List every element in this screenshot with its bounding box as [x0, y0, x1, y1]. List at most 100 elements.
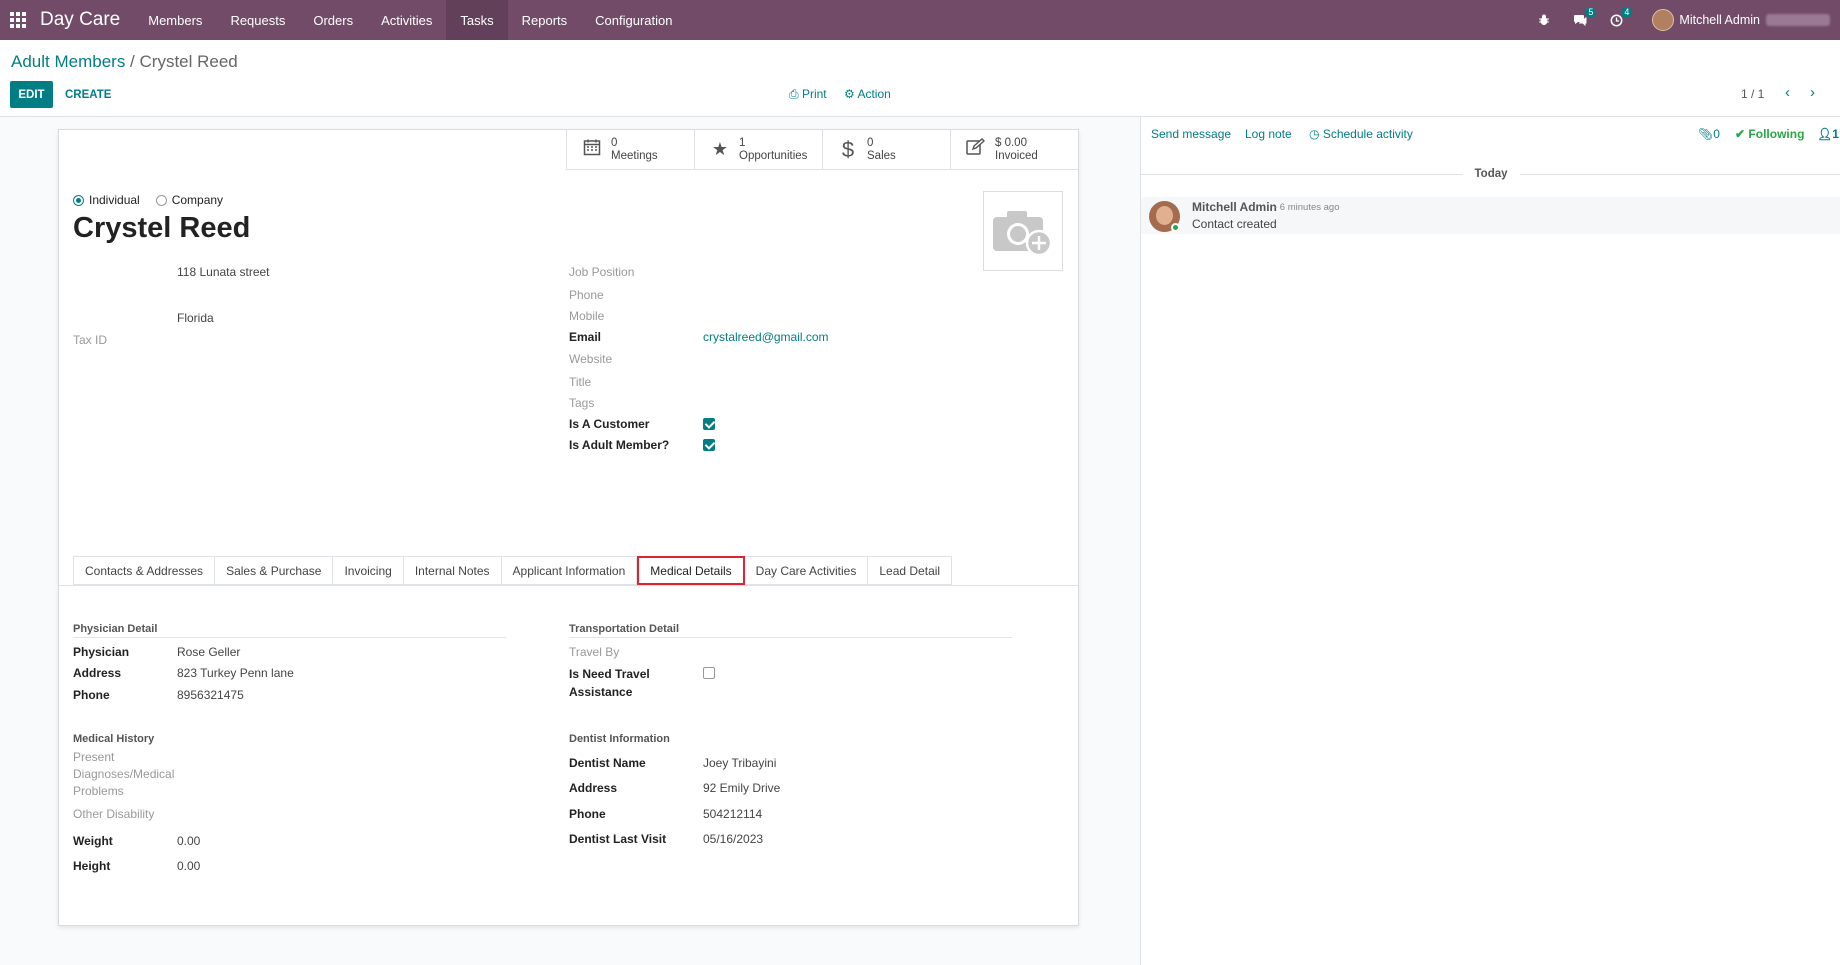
physician-value[interactable]: Rose Geller: [177, 645, 240, 659]
dentist-last-visit-label: Dentist Last Visit: [569, 832, 667, 846]
state-field[interactable]: Florida: [177, 311, 214, 325]
invoiced-smart-button[interactable]: $ 0.00 Invoiced: [950, 130, 1078, 170]
photo-placeholder[interactable]: [983, 191, 1063, 271]
followers-button[interactable]: 👤︎1: [1817, 127, 1839, 141]
company-label: Company: [171, 193, 224, 207]
tab-invoicing[interactable]: Invoicing: [333, 556, 404, 585]
following-button[interactable]: ✔ Following: [1735, 127, 1804, 141]
job-position-field[interactable]: Job Position: [569, 265, 634, 279]
avatar: [1652, 9, 1675, 31]
physician-address-value[interactable]: 823 Turkey Penn lane: [177, 666, 294, 680]
menu-item-configuration[interactable]: Configuration: [581, 0, 686, 40]
menu-item-members[interactable]: Members: [134, 0, 216, 40]
company-radio[interactable]: [155, 194, 167, 206]
menu-item-reports[interactable]: Reports: [508, 0, 582, 40]
tab-applicant-information[interactable]: Applicant Information: [501, 556, 638, 585]
height-value[interactable]: 0.00: [177, 859, 200, 873]
clock-icon: ◷: [1309, 127, 1320, 141]
chevron-right-icon[interactable]: ›: [1810, 84, 1815, 101]
menu-item-requests[interactable]: Requests: [216, 0, 299, 40]
check-icon: ✔: [1735, 127, 1746, 141]
partner-name[interactable]: Crystel Reed: [73, 212, 250, 245]
breadcrumb-separator: /: [125, 52, 140, 71]
height-label: Height: [73, 859, 111, 873]
physician-phone-value[interactable]: 8956321475: [177, 688, 244, 702]
message-time: - 6 minutes ago: [1274, 202, 1340, 213]
paperclip-icon: 📎︎: [1698, 127, 1714, 141]
is-customer-label: Is A Customer: [569, 417, 650, 431]
dentist-last-visit-value[interactable]: 05/16/2023: [703, 832, 763, 846]
physician-detail-title: Physician Detail: [73, 623, 158, 635]
opportunities-smart-button[interactable]: ★ 1 Opportunities: [694, 130, 822, 170]
message-author[interactable]: Mitchell Admin: [1192, 200, 1277, 214]
print-button[interactable]: ⎙ Print: [789, 87, 827, 102]
messages-icon[interactable]: 5: [1566, 0, 1597, 40]
attachments-button[interactable]: 📎︎0: [1698, 127, 1720, 141]
create-button[interactable]: CREATE: [65, 81, 111, 108]
calendar-icon: [579, 138, 605, 161]
travel-by-label: Travel By: [569, 645, 620, 659]
edit-button[interactable]: EDIT: [10, 81, 53, 108]
is-customer-checkbox[interactable]: [703, 418, 715, 430]
breadcrumb-current: Crystel Reed: [139, 52, 238, 71]
pager-value[interactable]: 1 / 1: [1741, 87, 1764, 101]
tab-sales-purchase[interactable]: Sales & Purchase: [215, 556, 334, 585]
street-field[interactable]: 118 Lunata street: [177, 265, 270, 279]
bug-icon[interactable]: [1530, 0, 1558, 40]
is-adult-member-checkbox[interactable]: [703, 439, 715, 451]
messages-count-badge: 5: [1585, 7, 1597, 18]
print-label: Print: [801, 87, 827, 101]
dentist-phone-value[interactable]: 504212114: [703, 807, 762, 821]
meetings-label: Meetings: [611, 149, 658, 162]
date-separator-label: Today: [1474, 168, 1508, 180]
opportunities-label: Opportunities: [739, 149, 808, 162]
individual-radio[interactable]: [73, 194, 84, 206]
weight-value[interactable]: 0.00: [177, 834, 200, 848]
medical-history-title: Medical History: [73, 733, 155, 745]
tax-id-label: Tax ID: [73, 333, 108, 347]
website-label: Website: [569, 352, 613, 366]
send-message-button[interactable]: Send message: [1151, 127, 1231, 141]
action-button[interactable]: ⚙ Action: [844, 87, 891, 101]
need-travel-checkbox[interactable]: [703, 667, 715, 679]
apps-menu-icon[interactable]: [0, 0, 36, 40]
chevron-left-icon[interactable]: ‹: [1785, 84, 1790, 101]
meetings-count: 0: [611, 136, 618, 149]
activities-count-badge: 4: [1621, 7, 1633, 18]
sales-smart-button[interactable]: $ 0 Sales: [822, 130, 950, 170]
schedule-activity-button[interactable]: ◷ Schedule activity: [1309, 127, 1413, 141]
database-name-blurred: [1766, 14, 1830, 26]
dentist-phone-label: Phone: [569, 807, 606, 821]
email-value[interactable]: crystalreed@gmail.com: [703, 330, 829, 344]
dentist-address-label: Address: [569, 781, 618, 795]
message-body: Contact created: [1192, 217, 1277, 231]
dentist-name-value[interactable]: Joey Tribayini: [703, 756, 776, 770]
tab-medical-details[interactable]: Medical Details: [637, 556, 745, 585]
app-brand[interactable]: Day Care: [40, 9, 120, 31]
gear-icon: ⚙: [844, 87, 855, 101]
notebook-tabs: Contacts & Addresses Sales & Purchase In…: [73, 556, 953, 585]
tab-lead-detail[interactable]: Lead Detail: [868, 556, 953, 585]
present-diagnoses-label-line2: Diagnoses/Medical: [73, 767, 175, 781]
tabs-divider: [59, 585, 1078, 586]
chatter-message: Mitchell Admin - 6 minutes ago Contact c…: [1141, 197, 1840, 234]
menu-item-activities[interactable]: Activities: [367, 0, 446, 40]
tab-contacts-addresses[interactable]: Contacts & Addresses: [73, 556, 216, 585]
menu-item-orders[interactable]: Orders: [299, 0, 367, 40]
menu-item-tasks[interactable]: Tasks: [446, 0, 508, 40]
email-label: Email: [569, 330, 602, 344]
meetings-smart-button[interactable]: 0 Meetings: [566, 130, 694, 170]
activities-clock-icon[interactable]: 4: [1602, 0, 1633, 40]
transportation-detail-title: Transportation Detail: [569, 623, 680, 635]
log-note-button[interactable]: Log note: [1245, 127, 1292, 141]
breadcrumb-parent[interactable]: Adult Members: [11, 52, 125, 71]
user-menu[interactable]: Mitchell Admin: [1652, 9, 1830, 31]
physician-address-label: Address: [73, 666, 122, 680]
tab-internal-notes[interactable]: Internal Notes: [403, 556, 502, 585]
dentist-address-value[interactable]: 92 Emily Drive: [703, 781, 780, 795]
user-icon: 👤︎: [1817, 127, 1833, 141]
present-diagnoses-label-line1: Present: [73, 750, 115, 764]
schedule-activity-label: Schedule activity: [1322, 127, 1413, 141]
tab-day-care-activities[interactable]: Day Care Activities: [744, 556, 869, 585]
physician-phone-label: Phone: [73, 688, 110, 702]
